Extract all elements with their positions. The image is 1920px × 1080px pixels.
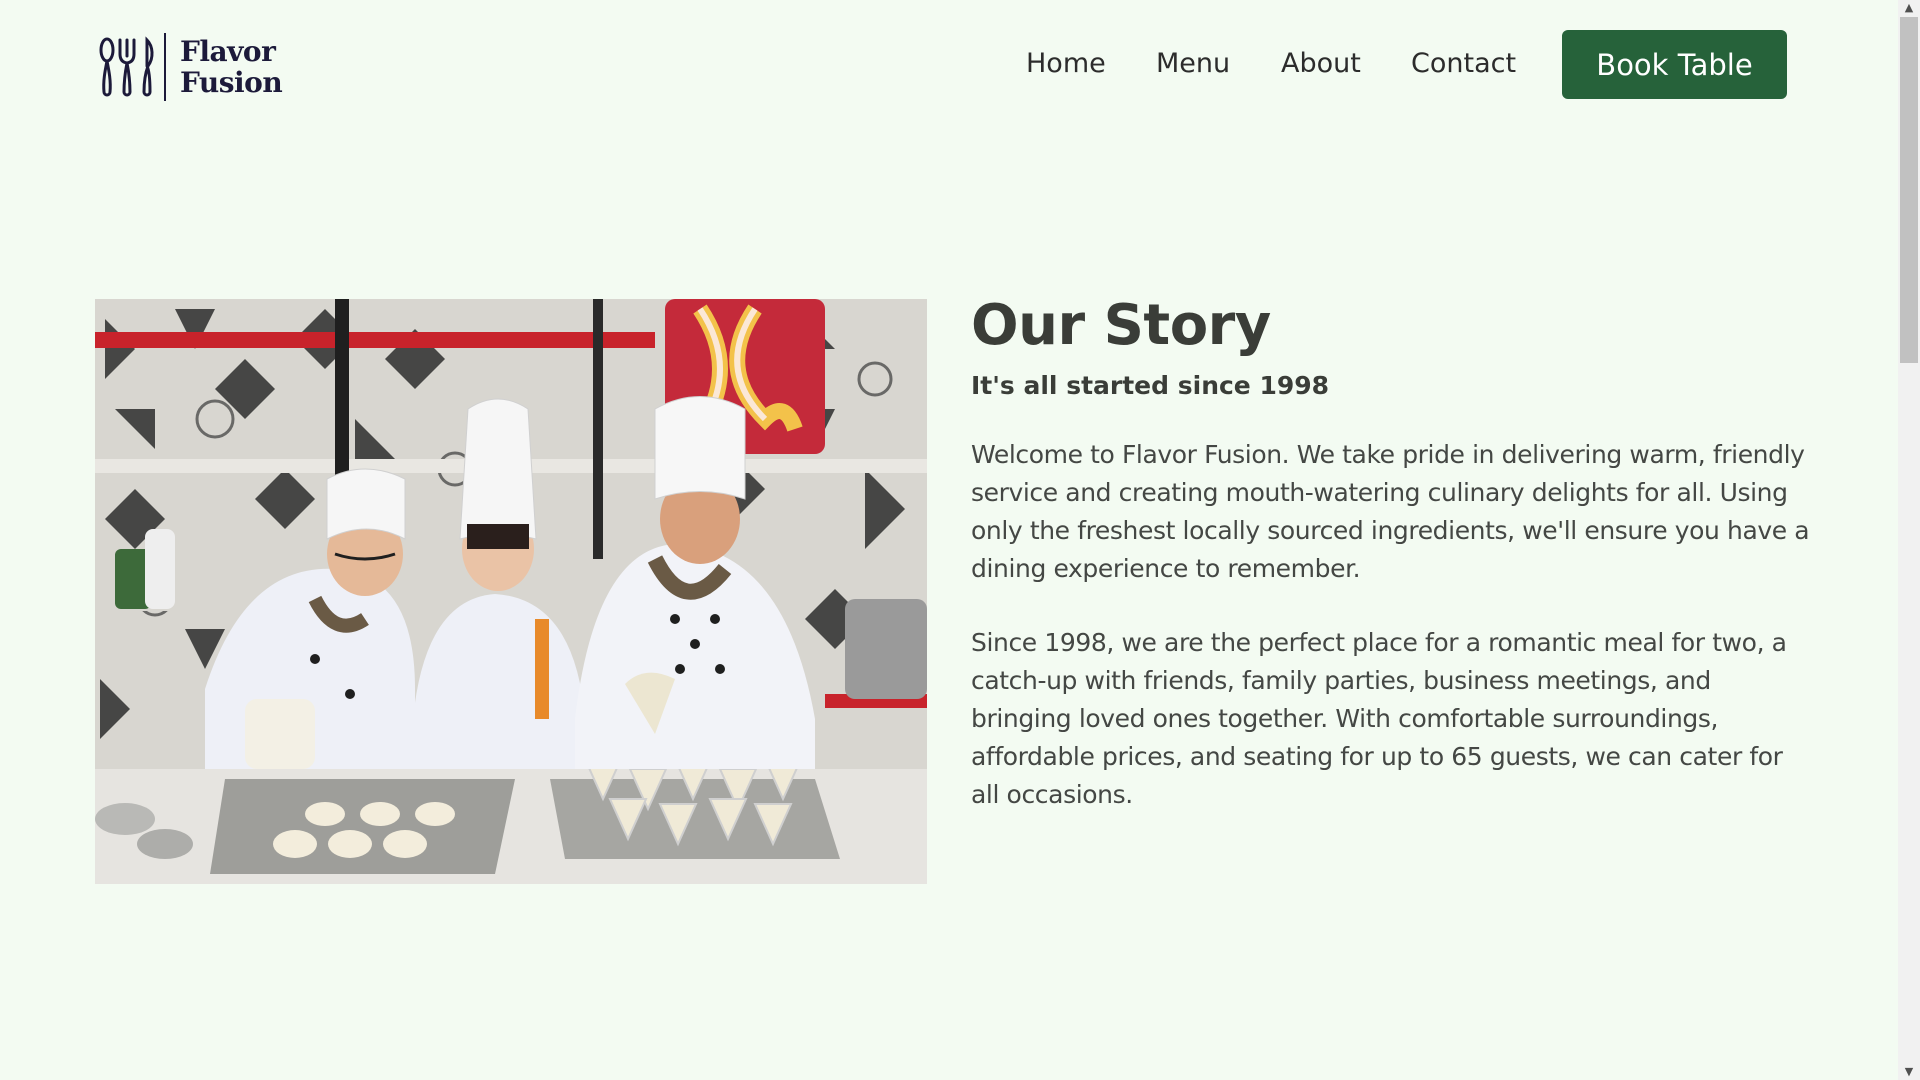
story-paragraph-2: Since 1998, we are the perfect place for… xyxy=(971,628,1787,809)
logo-line-1: Flavor xyxy=(180,35,276,68)
story-paragraph-1: Welcome to Flavor Fusion. We take pride … xyxy=(971,440,1810,583)
vertical-scrollbar[interactable]: ▲ ▼ xyxy=(1898,0,1920,1080)
story-title: Our Story xyxy=(971,293,1271,358)
story-subtitle: It's all started since 1998 xyxy=(971,371,1330,400)
logo-divider xyxy=(164,33,166,101)
page: Flavor Fusion Home Menu About Contact Bo… xyxy=(0,0,1898,1080)
book-table-button[interactable]: Book Table xyxy=(1562,30,1787,99)
our-story-section: Our Story It's all started since 1998 We… xyxy=(971,290,1811,814)
chefs-pouring-desserts-photo xyxy=(95,299,927,884)
nav-menu-link[interactable]: Menu xyxy=(1156,48,1230,79)
nav-home-link[interactable]: Home xyxy=(1026,48,1106,79)
site-header: Flavor Fusion Home Menu About Contact Bo… xyxy=(0,0,1898,130)
scroll-down-arrow-icon[interactable]: ▼ xyxy=(1898,1064,1920,1080)
nav-about-link[interactable]: About xyxy=(1281,48,1361,79)
nav-contact-link[interactable]: Contact xyxy=(1411,48,1516,79)
logo[interactable]: Flavor Fusion xyxy=(98,32,283,102)
logo-wordmark: Flavor Fusion xyxy=(180,35,283,99)
cutlery-icon xyxy=(99,36,154,97)
scroll-up-arrow-icon[interactable]: ▲ xyxy=(1898,0,1920,16)
logo-line-2: Fusion xyxy=(180,66,283,99)
scrollbar-thumb[interactable] xyxy=(1900,17,1918,363)
